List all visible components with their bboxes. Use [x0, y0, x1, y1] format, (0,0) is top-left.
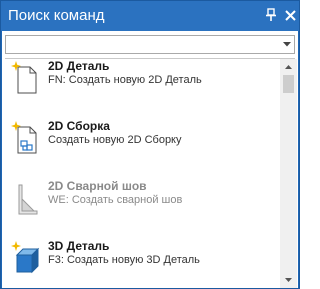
panel-title: Поиск команд: [8, 7, 105, 24]
pin-button[interactable]: [263, 7, 279, 23]
panel-titlebar: Поиск команд: [1, 1, 299, 31]
command-description: FN: Создать новую 2D Деталь: [48, 74, 202, 86]
command-list: 2D Деталь FN: Создать новую 2D Деталь 2D…: [5, 59, 278, 288]
scroll-down-button[interactable]: [280, 272, 297, 288]
2d-assembly-icon: [11, 121, 37, 154]
vertical-scrollbar[interactable]: [280, 59, 297, 288]
weld-seam-icon: [18, 184, 38, 215]
command-search-panel: Поиск команд 2D Деталь FN: Создать новую…: [0, 0, 300, 289]
command-item-weld-seam[interactable]: 2D Сварной шов WE: Создать сварной шов: [5, 179, 278, 239]
command-name: 3D Деталь: [48, 239, 110, 253]
pin-icon: [266, 8, 276, 21]
new-sparkle-icon: [11, 241, 21, 251]
command-item-2d-assembly[interactable]: 2D Сборка Создать новую 2D Сборку: [5, 119, 278, 179]
command-name: 2D Сварной шов: [48, 179, 147, 193]
scroll-down-icon: [285, 278, 292, 282]
scroll-up-button[interactable]: [280, 59, 297, 75]
search-input[interactable]: [6, 36, 280, 53]
2d-part-icon: [11, 61, 37, 94]
scrollbar-thumb[interactable]: [283, 75, 294, 93]
command-search-combobox[interactable]: [5, 35, 295, 54]
command-description: F3: Создать новую 3D Деталь: [48, 254, 200, 266]
command-name: 2D Деталь: [48, 59, 110, 73]
dropdown-button[interactable]: [280, 36, 294, 53]
chevron-down-icon: [283, 42, 291, 47]
command-item-2d-part[interactable]: 2D Деталь FN: Создать новую 2D Деталь: [5, 59, 278, 119]
close-icon: [284, 9, 296, 21]
command-description: Создать новую 2D Сборку: [48, 134, 182, 146]
close-button[interactable]: [282, 7, 298, 23]
command-description: WE: Создать сварной шов: [48, 194, 183, 206]
3d-part-icon: [11, 241, 40, 274]
command-name: 2D Сборка: [48, 119, 110, 133]
scroll-up-icon: [285, 65, 292, 69]
panel-body: 2D Деталь FN: Создать новую 2D Деталь 2D…: [2, 31, 298, 288]
command-item-3d-part[interactable]: 3D Деталь F3: Создать новую 3D Деталь: [5, 239, 278, 288]
